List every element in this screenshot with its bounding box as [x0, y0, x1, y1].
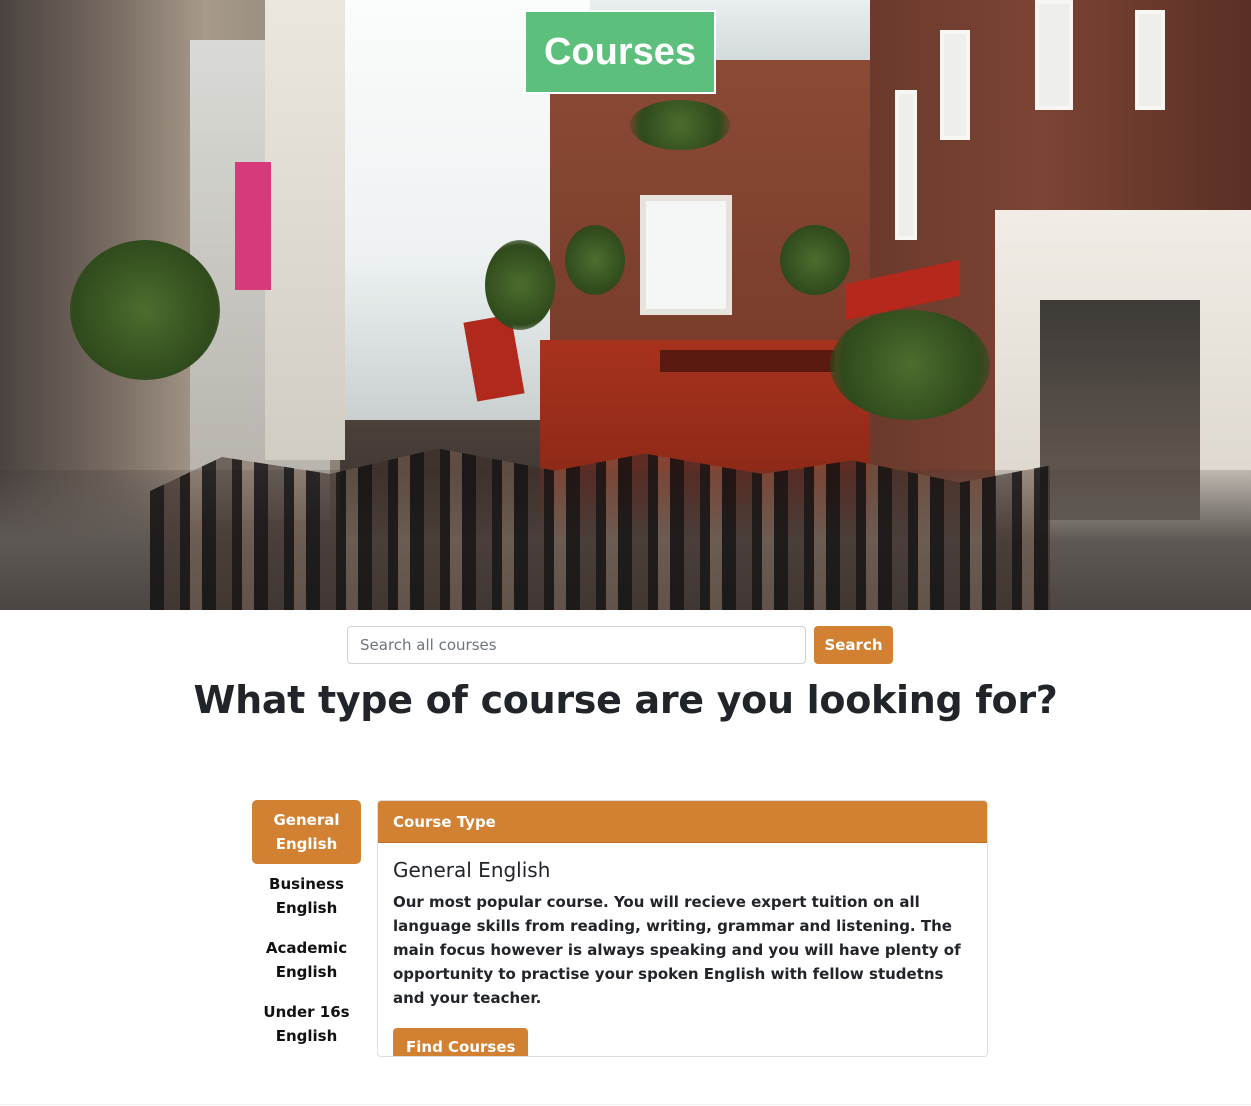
- hero-plants: [485, 240, 555, 330]
- hero-plants: [630, 100, 730, 150]
- hero-window: [895, 90, 917, 240]
- search-button[interactable]: Search: [814, 626, 893, 664]
- find-courses-button[interactable]: Find Courses: [393, 1028, 529, 1056]
- page-title-box: Courses: [524, 10, 716, 94]
- hero-plants: [565, 225, 625, 295]
- hero-plants: [70, 240, 220, 380]
- hero-window: [1135, 10, 1165, 110]
- course-type-academic-english[interactable]: Academic English: [252, 928, 361, 992]
- card-title: General English: [393, 858, 551, 882]
- hero-plants: [830, 310, 990, 420]
- search-bar: Search: [347, 626, 893, 664]
- card-body: General English Our most popular course.…: [378, 843, 987, 1056]
- hero-window: [940, 30, 970, 140]
- hero-pub-window: [640, 195, 732, 315]
- course-type-nav: General English Business English Academi…: [252, 800, 361, 1056]
- hero-pub-sign: [660, 350, 835, 372]
- hero-banner: Courses: [0, 0, 1251, 610]
- hero-building-left-far: [265, 0, 345, 460]
- course-type-general-english[interactable]: General English: [252, 800, 361, 864]
- search-input[interactable]: [347, 626, 806, 664]
- section-heading: What type of course are you looking for?: [193, 678, 1058, 722]
- course-type-under-16s-english[interactable]: Under 16s English: [252, 992, 361, 1056]
- course-card: Course Type General English Our most pop…: [377, 800, 988, 1057]
- card-header: Course Type: [378, 801, 987, 843]
- hero-neon-sign: [235, 162, 271, 290]
- hero-window: [1035, 0, 1073, 110]
- hero-plants: [780, 225, 850, 295]
- page-title: Courses: [543, 30, 697, 73]
- course-type-business-english[interactable]: Business English: [252, 864, 361, 928]
- card-description: Our most popular course. You will reciev…: [393, 893, 961, 1007]
- divider: [0, 1104, 1251, 1105]
